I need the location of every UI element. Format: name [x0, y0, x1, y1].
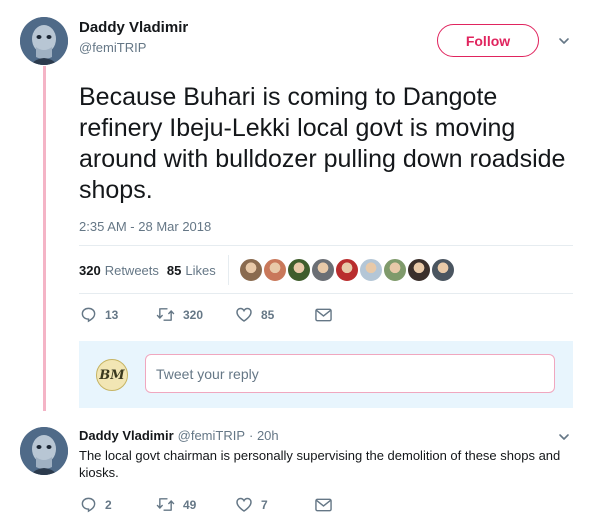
reply-author-avatar[interactable]: [20, 427, 68, 475]
tweet-timestamp[interactable]: 2:35 AM - 28 Mar 2018: [79, 219, 211, 234]
chevron-down-icon[interactable]: [557, 430, 571, 444]
retweet-count: 320: [183, 307, 204, 322]
follow-button[interactable]: Follow: [437, 24, 539, 57]
engagement-stats: 320 Retweets 85 Likes: [79, 253, 455, 287]
liker-avatar[interactable]: [262, 258, 287, 282]
author-handle[interactable]: @femiTRIP: [79, 40, 146, 55]
reply-icon: [81, 497, 96, 513]
retweet-action[interactable]: 320: [156, 306, 235, 323]
like-count: 7: [261, 497, 268, 512]
divider: [79, 293, 573, 294]
reply-composer: BM Tweet your reply: [79, 341, 573, 408]
reply-text: The local govt chairman is personally su…: [79, 448, 561, 480]
retweets-label: Retweets: [104, 262, 159, 278]
like-count: 85: [261, 307, 275, 322]
liker-avatar[interactable]: [430, 258, 455, 282]
heart-icon: [236, 497, 252, 512]
liker-avatar[interactable]: [286, 258, 311, 282]
divider: [79, 245, 573, 246]
envelope-icon: [315, 308, 332, 321]
author-name[interactable]: Daddy Vladimir: [79, 19, 188, 36]
like-action[interactable]: 85: [235, 306, 315, 323]
reply-input[interactable]: Tweet your reply: [145, 354, 555, 393]
likes-count: 85: [166, 262, 182, 278]
retweet-action[interactable]: 49: [156, 496, 235, 513]
reply-icon: [81, 307, 96, 323]
current-user-avatar: BM: [96, 359, 128, 391]
likers-avatars: [238, 258, 455, 282]
tweet-actions: 13 320 85: [80, 306, 332, 323]
reply-header: Daddy Vladimir @femiTRIP · 20h: [79, 428, 279, 443]
liker-avatar[interactable]: [334, 258, 359, 282]
liker-avatar[interactable]: [238, 258, 263, 282]
likes-stat[interactable]: 85 Likes: [167, 263, 216, 278]
likes-label: Likes: [185, 262, 216, 278]
heart-icon: [236, 307, 252, 322]
divider: [227, 255, 229, 285]
reply-count: 2: [105, 497, 112, 512]
like-action[interactable]: 7: [235, 496, 315, 513]
author-avatar[interactable]: [20, 17, 68, 65]
retweets-stat[interactable]: 320 Retweets: [79, 263, 159, 278]
dm-action[interactable]: [315, 498, 332, 512]
reply-author-name[interactable]: Daddy Vladimir: [79, 428, 174, 443]
retweets-count: 320: [79, 262, 101, 278]
reply-time[interactable]: · 20h: [249, 428, 279, 443]
reply-actions: 2 49 7: [80, 496, 332, 513]
thread-connector: [43, 66, 46, 411]
retweet-icon: [156, 498, 175, 511]
liker-avatar[interactable]: [406, 258, 431, 282]
chevron-down-icon[interactable]: [557, 34, 571, 48]
envelope-icon: [315, 498, 332, 511]
dm-action[interactable]: [315, 308, 332, 322]
reply-count: 13: [105, 307, 119, 322]
retweet-count: 49: [183, 497, 197, 512]
liker-avatar[interactable]: [382, 258, 407, 282]
liker-avatar[interactable]: [358, 258, 383, 282]
retweet-icon: [156, 308, 175, 321]
tweet-text: Because Buhari is coming to Dangote refi…: [79, 83, 566, 204]
reply-author-handle[interactable]: @femiTRIP: [178, 428, 245, 443]
liker-avatar[interactable]: [310, 258, 335, 282]
reply-action[interactable]: 2: [80, 496, 156, 513]
reply-action[interactable]: 13: [80, 306, 156, 323]
